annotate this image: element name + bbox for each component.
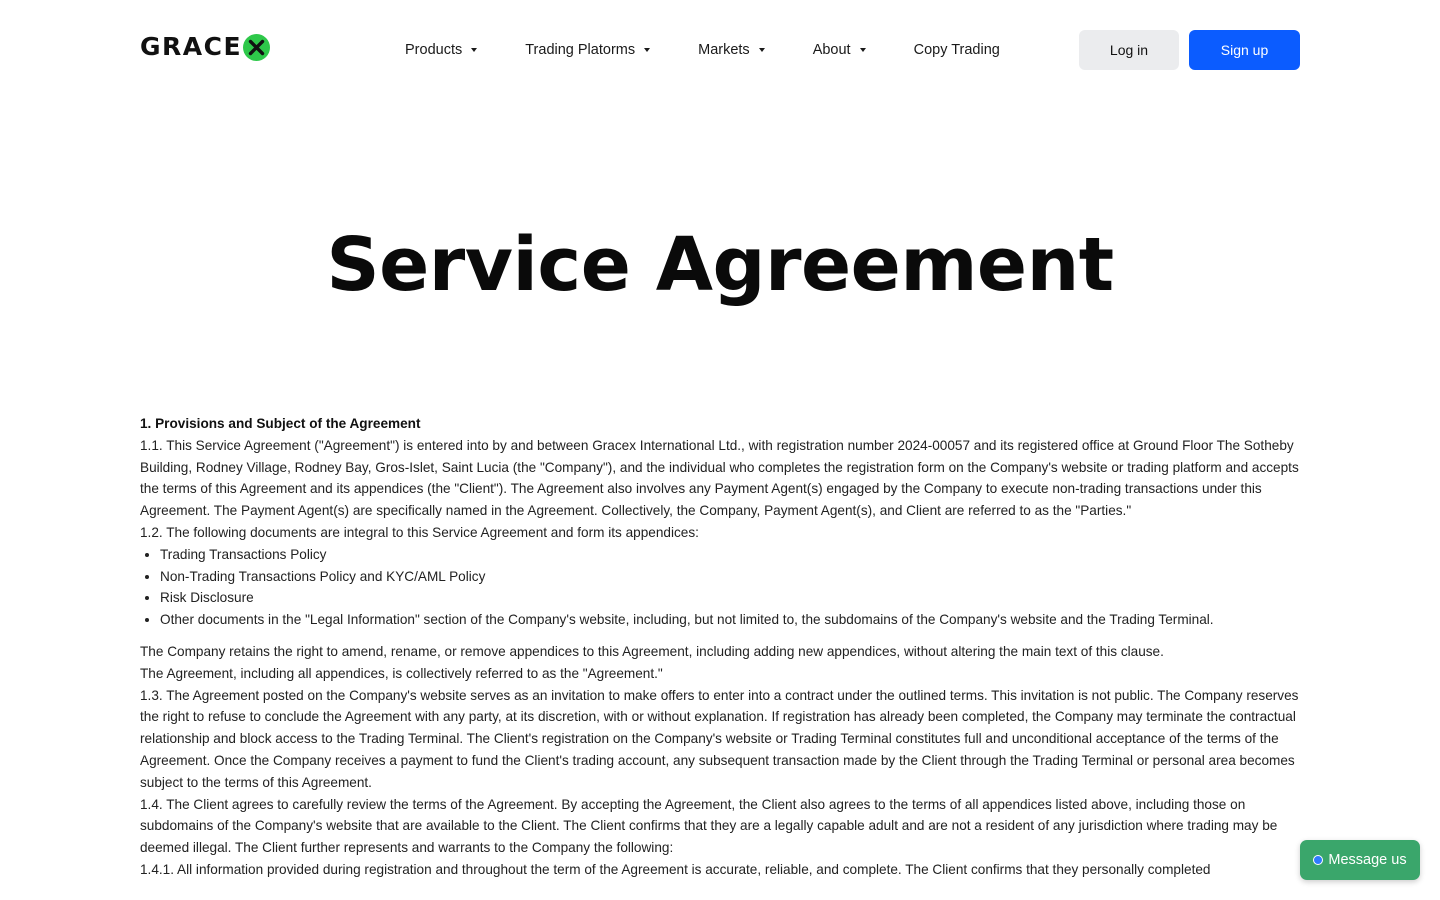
login-button[interactable]: Log in (1079, 30, 1179, 70)
nav-copy-trading[interactable]: Copy Trading (914, 42, 1000, 58)
logo-text: GRACE (140, 32, 243, 61)
section-heading: 1. Provisions and Subject of the Agreeme… (140, 416, 421, 431)
caret-down-icon (859, 48, 866, 52)
caret-down-icon (758, 48, 765, 52)
message-us-label: Message us (1328, 852, 1407, 868)
clause-1-4: 1.4. The Client agrees to carefully revi… (140, 796, 1278, 856)
nav-trading-platforms[interactable]: Trading Platorms (525, 42, 651, 58)
list-item: Trading Transactions Policy (160, 544, 1300, 566)
clause-1-1: 1.1. This Service Agreement ("Agreement"… (140, 437, 1299, 519)
signup-button[interactable]: Sign up (1189, 30, 1300, 70)
clause-1-3: 1.3. The Agreement posted on the Company… (140, 687, 1299, 790)
nav-products-label: Products (405, 42, 463, 58)
nav-products[interactable]: Products (405, 42, 478, 58)
nav-markets-label: Markets (698, 42, 750, 58)
nav-about-label: About (812, 42, 851, 58)
nav-copy-trading-label: Copy Trading (913, 42, 1000, 58)
gracex-logo[interactable]: GRACE (140, 32, 271, 62)
collective-paragraph: The Agreement, including all appendices,… (140, 665, 663, 681)
clause-1-2: 1.2. The following documents are integra… (140, 524, 699, 540)
list-item: Other documents in the "Legal Informatio… (160, 609, 1300, 631)
appendices-list: Trading Transactions Policy Non-Trading … (140, 544, 1300, 631)
site-header: GRACE Products Trading Platorms Markets … (0, 0, 1440, 100)
agreement-body: 1. Provisions and Subject of the Agreeme… (140, 413, 1300, 881)
clause-1-4-1: 1.4.1. All information provided during r… (140, 861, 1211, 877)
list-item: Risk Disclosure (160, 587, 1300, 609)
nav-markets[interactable]: Markets (698, 42, 765, 58)
logo-x-icon (243, 33, 271, 61)
nav-about[interactable]: About (813, 42, 866, 58)
main-nav: Products Trading Platorms Markets About … (405, 38, 1000, 62)
amend-paragraph: The Company retains the right to amend, … (140, 643, 1164, 659)
page-title: Service Agreement (326, 222, 1114, 308)
list-item: Non-Trading Transactions Policy and KYC/… (160, 566, 1300, 588)
message-us-button[interactable]: Message us (1300, 840, 1420, 880)
caret-down-icon (644, 48, 651, 52)
chat-status-icon (1313, 855, 1324, 865)
caret-down-icon (471, 48, 478, 52)
nav-trading-platforms-label: Trading Platorms (525, 42, 636, 58)
